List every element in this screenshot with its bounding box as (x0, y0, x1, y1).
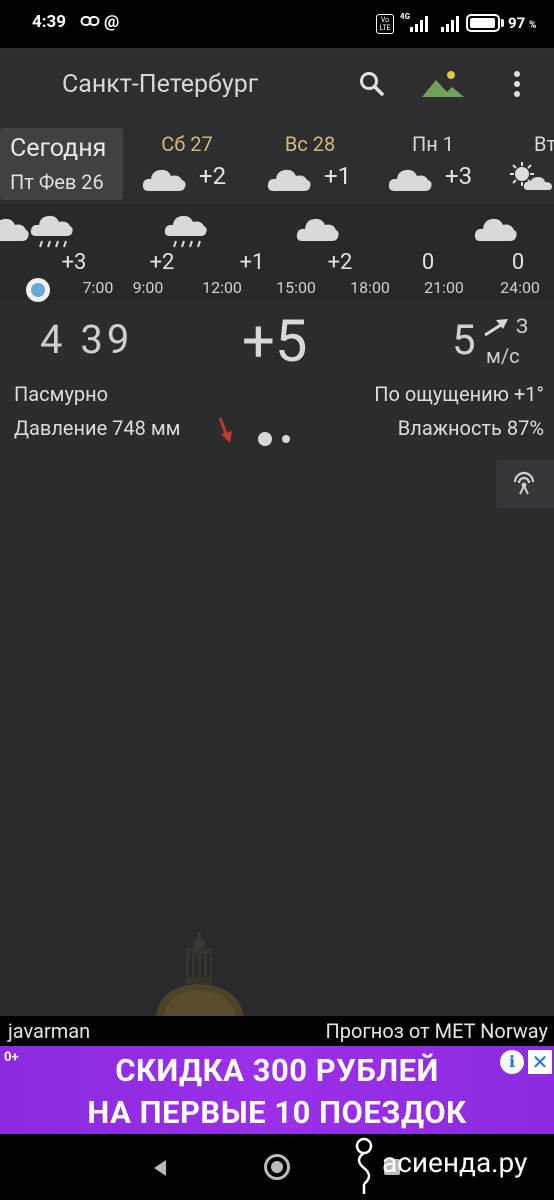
link-icon (80, 16, 100, 26)
ad-headline-2: НА ПЕРВЫЕ 10 ПОЕЗДОК (87, 1094, 467, 1131)
day-name: Вт (534, 132, 554, 156)
app-bar: Санкт-Петербург (0, 48, 554, 120)
hour-time: 24:00 (500, 278, 540, 297)
day-temp: +2 (199, 162, 227, 190)
cathedral-dome-image (156, 932, 244, 1016)
city-title[interactable]: Санкт-Петербург (62, 70, 258, 99)
day-name: Пн 1 (411, 132, 454, 156)
network-type: 4G (400, 12, 411, 21)
cloud-icon (142, 169, 186, 191)
status-bar: 4:39 @ Vo LTE 4G 97 % (0, 0, 554, 48)
hour-temp: +2 (149, 250, 175, 275)
hour-temp: 0 (421, 250, 435, 275)
day-name: Вс 28 (284, 132, 336, 156)
wind-direction-icon (484, 319, 508, 337)
current-temp: +5 (242, 308, 308, 376)
current-time-marker (26, 278, 50, 302)
search-icon[interactable] (356, 68, 388, 100)
at-icon: @ (104, 12, 120, 32)
hour-time: 18:00 (350, 278, 390, 297)
hour-time: 15:00 (276, 278, 316, 297)
hour-time: 9:00 (132, 278, 164, 297)
hour-time: 12:00 (202, 278, 242, 297)
signal-icon-2 (441, 16, 459, 32)
photo-author[interactable]: javarman (8, 1019, 90, 1043)
cloud-rain-icon (164, 215, 207, 248)
back-icon[interactable] (150, 1158, 170, 1178)
hour-temp: 0 (511, 250, 525, 275)
day-tab-today[interactable]: Сегодня Пт Фев 26 (0, 128, 123, 200)
sun-cloud-icon (510, 162, 552, 190)
hour-temp: +3 (61, 250, 87, 275)
radar-button[interactable] (496, 460, 554, 508)
day-tab-sat[interactable]: Сб 27 +2 (127, 128, 247, 200)
pressure-down-arrow-icon (218, 417, 232, 443)
humidity: Влажность 87% (397, 416, 544, 440)
ad-headline-1: СКИДКА 300 РУБЛЕЙ (115, 1052, 439, 1089)
hour-time: 21:00 (424, 278, 464, 297)
credits-bar: javarman Прогноз от MET Norway (0, 1016, 554, 1046)
forecast-source[interactable]: Прогноз от MET Norway (326, 1019, 549, 1043)
today-date: Пт Фев 26 (10, 170, 104, 194)
day-name: Сб 27 (161, 132, 213, 156)
watermark-text: асиенда.ру (382, 1146, 528, 1179)
day-temp: +3 (445, 162, 473, 190)
current-time: 4 39 (40, 316, 134, 363)
battery-tip (501, 19, 504, 27)
home-icon[interactable] (264, 1154, 290, 1180)
page-dot (282, 434, 290, 443)
wind-speed: 5 (452, 316, 476, 365)
hour-temp: +1 (239, 250, 265, 275)
volte-icon: Vo LTE (376, 14, 394, 34)
more-vert-icon[interactable] (504, 66, 530, 102)
today-label: Сегодня (10, 134, 107, 163)
ad-info-icon[interactable]: i (500, 1050, 524, 1074)
condition-text: Пасмурно (14, 382, 109, 406)
cloud-icon (388, 169, 432, 191)
wind-unit: м/с (486, 344, 520, 368)
day-tab-tue[interactable]: Вт (496, 128, 554, 200)
cloud-icon (267, 169, 311, 191)
battery-level (470, 18, 495, 28)
cloud-icon (0, 218, 29, 241)
cloud-icon (474, 218, 517, 241)
status-time: 4:39 (32, 12, 67, 32)
system-nav-bar: асиенда.ру (0, 1134, 554, 1200)
feels-like: По ощущению +1° (374, 382, 544, 406)
battery-icon (466, 14, 500, 32)
page-dot-active (258, 431, 272, 446)
ad-close-icon[interactable]: ✕ (528, 1050, 552, 1074)
hour-temp: +2 (327, 250, 353, 275)
day-tab-mon[interactable]: Пн 1 +3 (373, 128, 493, 200)
cloud-rain-icon (30, 215, 73, 248)
radar-icon (513, 471, 535, 495)
wind-direction: З (516, 314, 528, 338)
hourly-forecast[interactable]: +3 +2 +1 +2 0 0 7:00 9:00 12:00 15:00 18… (0, 204, 554, 302)
page-indicator (258, 428, 290, 447)
cloud-icon (296, 218, 339, 241)
day-tab-sun[interactable]: Вс 28 +1 (250, 128, 370, 200)
mountain-landscape-icon[interactable] (420, 68, 466, 100)
battery-percent: 97 % (508, 14, 537, 32)
pressure: Давление 748 мм (14, 416, 181, 440)
day-temp: +1 (324, 162, 352, 190)
watermark-logo (355, 1137, 373, 1194)
ad-banner[interactable]: 0+ СКИДКА 300 РУБЛЕЙ НА ПЕРВЫЕ 10 ПОЕЗДО… (0, 1046, 554, 1134)
current-conditions-card[interactable]: 4 39 +5 5 З м/с Пасмурно По ощущению +1°… (0, 306, 554, 450)
